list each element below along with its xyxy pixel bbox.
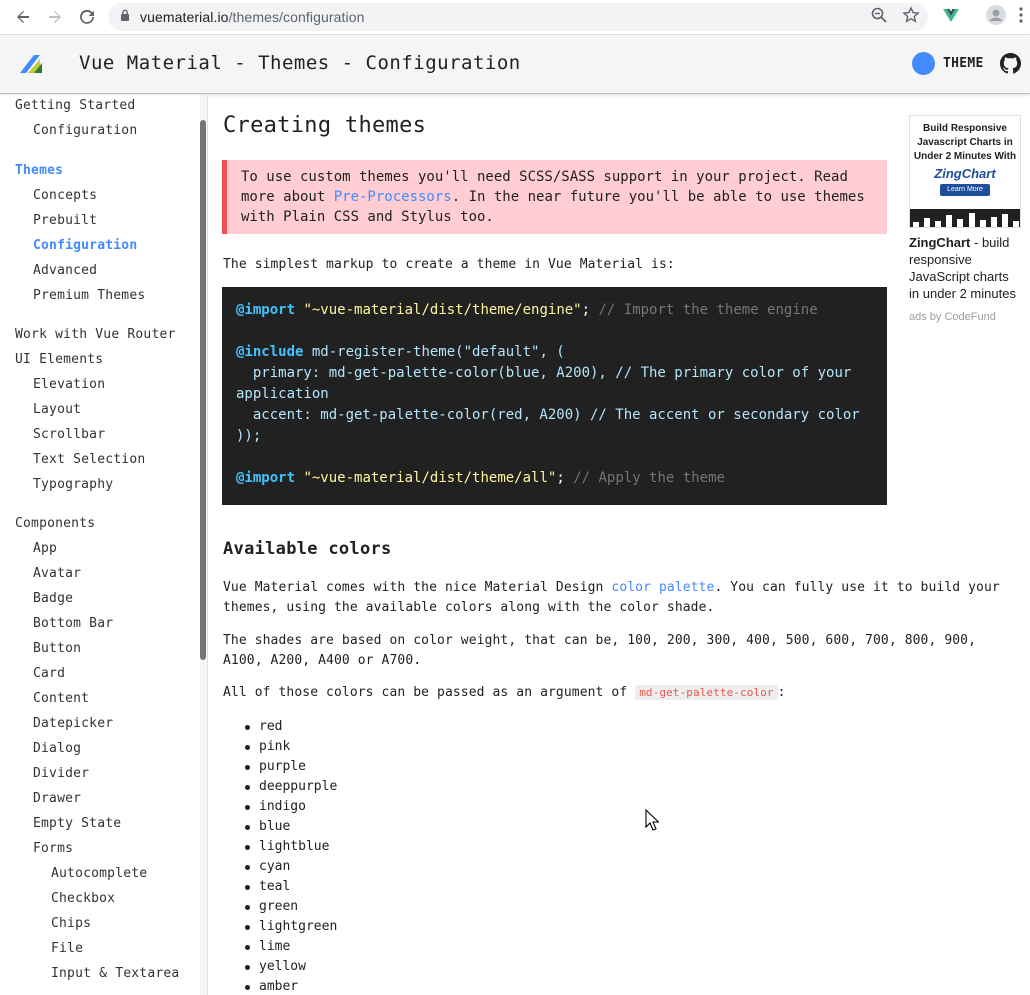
sidebar-item-drawer[interactable]: Drawer xyxy=(33,791,81,806)
sidebar-item-premium-themes[interactable]: Premium Themes xyxy=(33,288,145,303)
sidebar-item-prebuilt[interactable]: Prebuilt xyxy=(33,213,97,228)
address-bar[interactable]: vuematerial.io/themes/configuration xyxy=(108,3,928,31)
color-list-item: deeppurple xyxy=(223,777,337,797)
sidebar-item-themes[interactable]: Themes xyxy=(15,163,63,178)
sidebar-item-configuration[interactable]: Configuration xyxy=(33,238,137,253)
ad-headline: Build Responsive Javascript Charts in Un… xyxy=(913,123,1017,162)
sidebar-item-empty-state[interactable]: Empty State xyxy=(33,816,121,831)
code-block: @import "~vue-material/dist/theme/engine… xyxy=(222,287,887,505)
sidebar-item-datepicker[interactable]: Datepicker xyxy=(33,716,113,731)
color-list-item: lime xyxy=(223,937,337,957)
color-list-item: green xyxy=(223,897,337,917)
ad-chart-graphic xyxy=(910,209,1020,227)
sidebar-item-scrollbar[interactable]: Scrollbar xyxy=(33,427,105,442)
zoom-icon[interactable] xyxy=(870,6,888,29)
color-list-item: teal xyxy=(223,877,337,897)
lock-icon xyxy=(120,8,130,26)
color-list-item: pink xyxy=(223,737,337,757)
sidebar-item-configuration[interactable]: Configuration xyxy=(33,123,137,138)
sidebar-item-bottom-bar[interactable]: Bottom Bar xyxy=(33,616,113,631)
sidebar-item-button[interactable]: Button xyxy=(33,641,81,656)
intro-paragraph: The simplest markup to create a theme in… xyxy=(223,257,675,272)
available-colors-heading: Available colors xyxy=(223,539,392,559)
scss-alert: To use custom themes you'll need SCSS/SA… xyxy=(222,160,887,234)
app-title: Vue Material - Themes - Configuration xyxy=(79,52,521,74)
sidebar-item-file[interactable]: File xyxy=(51,941,83,956)
browser-bar: vuematerial.io/themes/configuration xyxy=(0,0,1030,35)
sidebar-item-ui-elements[interactable]: UI Elements xyxy=(15,352,103,367)
main-content: Creating themes To use custom themes you… xyxy=(208,95,1030,995)
sidebar-item-card[interactable]: Card xyxy=(33,666,65,681)
sidebar-item-layout[interactable]: Layout xyxy=(33,402,81,417)
color-list-item: purple xyxy=(223,757,337,777)
ad-description[interactable]: ZingChart - build responsive JavaScript … xyxy=(909,234,1021,302)
sidebar-item-badge[interactable]: Badge xyxy=(33,591,73,606)
color-list-item: lightblue xyxy=(223,837,337,857)
page-title: Creating themes xyxy=(223,113,427,138)
vue-material-logo-icon[interactable] xyxy=(20,55,48,77)
ad-brand-logo: ZingChart xyxy=(934,166,996,181)
github-icon[interactable] xyxy=(1000,53,1021,78)
profile-avatar-icon[interactable] xyxy=(986,5,1006,30)
sponsored-ad[interactable]: Build Responsive Javascript Charts in Un… xyxy=(909,115,1021,323)
theme-button[interactable]: THEME xyxy=(912,52,984,75)
sidebar-item-work-with-vue-router[interactable]: Work with Vue Router xyxy=(15,327,176,342)
sidebar-item-typography[interactable]: Typography xyxy=(33,477,113,492)
sidebar-item-text-selection[interactable]: Text Selection xyxy=(33,452,145,467)
theme-button-label: THEME xyxy=(943,56,984,71)
sidebar-scrollbar-thumb[interactable] xyxy=(200,120,206,660)
sidebar-nav: Getting Started Configuration Themes Concep… xyxy=(0,95,208,995)
reload-icon[interactable] xyxy=(76,6,98,28)
sidebar-item-elevation[interactable]: Elevation xyxy=(33,377,105,392)
url-text: vuematerial.io/themes/configuration xyxy=(140,9,365,25)
color-list-item: indigo xyxy=(223,797,337,817)
sidebar-item-advanced[interactable]: Advanced xyxy=(33,263,97,278)
argument-paragraph: All of those colors can be passed as an … xyxy=(223,685,786,700)
theme-color-dot xyxy=(912,52,935,75)
back-arrow-icon[interactable] xyxy=(12,6,34,28)
pre-processors-link[interactable]: Pre-Processors xyxy=(334,189,452,205)
sidebar-item-dialog[interactable]: Dialog xyxy=(33,741,81,756)
color-list-item: red xyxy=(223,717,337,737)
sidebar-item-content[interactable]: Content xyxy=(33,691,89,706)
color-palette-link[interactable]: color palette xyxy=(611,580,714,595)
sidebar-item-checkbox[interactable]: Checkbox xyxy=(51,891,115,906)
vue-extension-icon[interactable] xyxy=(942,6,960,29)
mouse-cursor-icon xyxy=(645,808,660,835)
sidebar-item-divider[interactable]: Divider xyxy=(33,766,89,781)
inline-code-md-get-palette-color: md-get-palette-color xyxy=(635,685,778,700)
sidebar-item-forms[interactable]: Forms xyxy=(33,841,73,856)
bookmark-star-icon[interactable] xyxy=(902,6,920,29)
sidebar-item-app[interactable]: App xyxy=(33,541,57,556)
color-list-item: amber xyxy=(223,977,337,995)
color-list-item: cyan xyxy=(223,857,337,877)
forward-arrow-icon[interactable] xyxy=(44,6,66,28)
ad-learn-more-button[interactable]: Learn More xyxy=(940,184,990,196)
palette-paragraph: Vue Material comes with the nice Materia… xyxy=(223,580,1000,615)
menu-kebab-icon[interactable] xyxy=(1018,6,1024,29)
sidebar-item-input-textarea[interactable]: Input & Textarea xyxy=(51,966,179,981)
app-toolbar: Vue Material - Themes - Configuration TH… xyxy=(0,36,1030,94)
color-list-item: blue xyxy=(223,817,337,837)
color-list: red pink purple deeppurple indigo blue lightbl… xyxy=(223,717,337,995)
shades-paragraph: The shades are based on color weight, th… xyxy=(223,633,977,668)
color-list-item: yellow xyxy=(223,957,337,977)
ad-image[interactable]: Build Responsive Javascript Charts in Un… xyxy=(909,115,1021,228)
sidebar-item-avatar[interactable]: Avatar xyxy=(33,566,81,581)
sidebar-item-chips[interactable]: Chips xyxy=(51,916,91,931)
ad-attribution[interactable]: ads by CodeFund xyxy=(909,311,1021,323)
sidebar-item-autocomplete[interactable]: Autocomplete xyxy=(51,866,147,881)
sidebar-item-components[interactable]: Components xyxy=(15,516,95,531)
color-list-item: lightgreen xyxy=(223,917,337,937)
sidebar-item-concepts[interactable]: Concepts xyxy=(33,188,97,203)
sidebar-item-getting-started[interactable]: Getting Started xyxy=(15,98,135,113)
